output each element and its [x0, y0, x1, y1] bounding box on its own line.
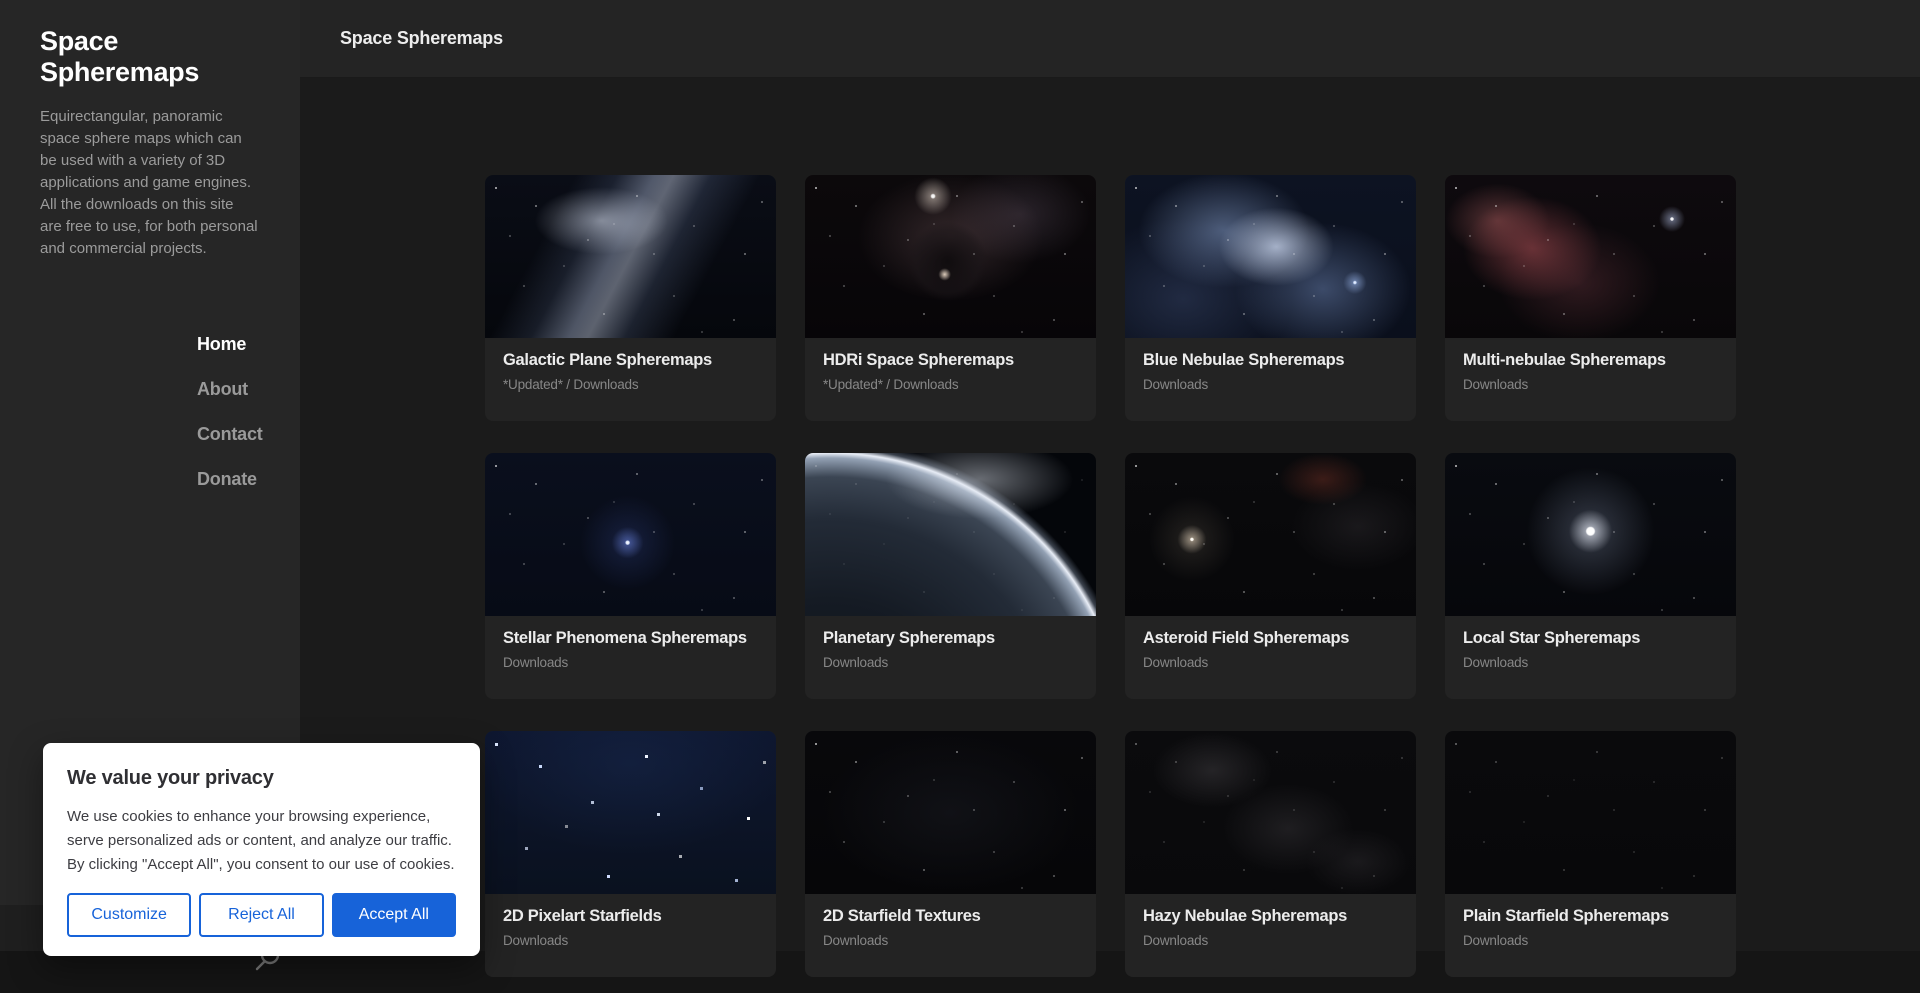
card-subtitle: Downloads: [1143, 933, 1208, 948]
card-subtitle: Downloads: [1143, 655, 1208, 670]
card-subtitle: *Updated* / Downloads: [503, 377, 639, 392]
starfield-decoration: [1445, 175, 1736, 338]
main-content: Galactic Plane Spheremaps *Updated* / Do…: [300, 78, 1920, 993]
card-subtitle: Downloads: [1143, 377, 1208, 392]
card-title: Galactic Plane Spheremaps: [503, 351, 712, 369]
cookie-dialog: We value your privacy We use cookies to …: [43, 743, 480, 956]
starfield-decoration: [1125, 731, 1416, 894]
card-starfield-textures[interactable]: 2D Starfield Textures Downloads: [805, 731, 1096, 977]
accept-all-button[interactable]: Accept All: [331, 893, 456, 937]
card-blue-nebulae[interactable]: Blue Nebulae Spheremaps Downloads: [1125, 175, 1416, 421]
card-pixelart-starfields[interactable]: 2D Pixelart Starfields Downloads: [485, 731, 776, 977]
card-title: Hazy Nebulae Spheremaps: [1143, 907, 1348, 925]
card-thumbnail: [805, 731, 1096, 894]
card-planetary[interactable]: Planetary Spheremaps Downloads: [805, 453, 1096, 699]
card-subtitle: Downloads: [1463, 933, 1528, 948]
card-subtitle: Downloads: [823, 655, 888, 670]
card-title: Multi-nebulae Spheremaps: [1463, 351, 1666, 369]
sidebar-item-donate[interactable]: Donate: [197, 457, 260, 502]
card-body: Planetary Spheremaps Downloads: [805, 616, 1096, 670]
topbar: Space Spheremaps: [300, 0, 1920, 78]
card-body: Plain Starfield Spheremaps Downloads: [1445, 894, 1736, 948]
card-local-star[interactable]: Local Star Spheremaps Downloads: [1445, 453, 1736, 699]
card-thumbnail: [1445, 453, 1736, 616]
card-thumbnail: [1125, 453, 1416, 616]
card-hazy-nebulae[interactable]: Hazy Nebulae Spheremaps Downloads: [1125, 731, 1416, 977]
starfield-decoration: [485, 731, 776, 894]
card-title: Asteroid Field Spheremaps: [1143, 629, 1350, 647]
card-body: HDRi Space Spheremaps *Updated* / Downlo…: [805, 338, 1096, 392]
card-title: Local Star Spheremaps: [1463, 629, 1641, 647]
starfield-decoration: [1125, 453, 1416, 616]
card-multi-nebulae[interactable]: Multi-nebulae Spheremaps Downloads: [1445, 175, 1736, 421]
starfield-decoration: [805, 731, 1096, 894]
starfield-decoration: [485, 453, 776, 616]
card-thumbnail: [805, 453, 1096, 616]
card-stellar-phenomena[interactable]: Stellar Phenomena Spheremaps Downloads: [485, 453, 776, 699]
card-grid: Galactic Plane Spheremaps *Updated* / Do…: [485, 175, 1736, 977]
sidebar-item-contact[interactable]: Contact: [197, 412, 263, 457]
card-body: Stellar Phenomena Spheremaps Downloads: [485, 616, 776, 670]
starfield-decoration: [1445, 453, 1736, 616]
sidebar-nav: Home About Contact Donate: [40, 322, 263, 502]
sidebar-item-about[interactable]: About: [197, 367, 260, 412]
starfield-decoration: [485, 175, 776, 338]
card-body: 2D Starfield Textures Downloads: [805, 894, 1096, 948]
card-body: Local Star Spheremaps Downloads: [1445, 616, 1736, 670]
card-title: 2D Pixelart Starfields: [503, 907, 662, 925]
card-body: Asteroid Field Spheremaps Downloads: [1125, 616, 1416, 670]
cookie-dialog-body: We use cookies to enhance your browsing …: [67, 808, 455, 873]
starfield-decoration: [1445, 731, 1736, 894]
card-title: 2D Starfield Textures: [823, 907, 981, 925]
card-galactic-plane[interactable]: Galactic Plane Spheremaps *Updated* / Do…: [485, 175, 776, 421]
customize-button[interactable]: Customize: [67, 893, 192, 937]
reject-all-button[interactable]: Reject All: [199, 893, 324, 937]
card-title: HDRi Space Spheremaps: [823, 351, 1014, 369]
card-subtitle: Downloads: [823, 933, 888, 948]
cookie-dialog-title: We value your privacy: [67, 767, 274, 789]
card-title: Stellar Phenomena Spheremaps: [503, 629, 747, 647]
card-thumbnail: [485, 175, 776, 338]
starfield-decoration: [1125, 175, 1416, 338]
card-subtitle: Downloads: [1463, 655, 1528, 670]
card-subtitle: Downloads: [1463, 377, 1528, 392]
card-subtitle: *Updated* / Downloads: [823, 377, 959, 392]
card-subtitle: Downloads: [503, 655, 568, 670]
card-thumbnail: [1445, 731, 1736, 894]
card-thumbnail: [485, 731, 776, 894]
starfield-decoration: [805, 453, 1096, 616]
card-thumbnail: [485, 453, 776, 616]
card-asteroid-field[interactable]: Asteroid Field Spheremaps Downloads: [1125, 453, 1416, 699]
card-body: Blue Nebulae Spheremaps Downloads: [1125, 338, 1416, 392]
card-plain-starfield[interactable]: Plain Starfield Spheremaps Downloads: [1445, 731, 1736, 977]
card-subtitle: Downloads: [503, 933, 568, 948]
card-title: Blue Nebulae Spheremaps: [1143, 351, 1345, 369]
card-thumbnail: [805, 175, 1096, 338]
card-body: Multi-nebulae Spheremaps Downloads: [1445, 338, 1736, 392]
card-hdri-space[interactable]: HDRi Space Spheremaps *Updated* / Downlo…: [805, 175, 1096, 421]
card-thumbnail: [1125, 731, 1416, 894]
card-thumbnail: [1445, 175, 1736, 338]
card-body: Hazy Nebulae Spheremaps Downloads: [1125, 894, 1416, 948]
site-tagline: Equirectangular, panoramic space sphere …: [40, 108, 258, 257]
card-thumbnail: [1125, 175, 1416, 338]
card-title: Planetary Spheremaps: [823, 629, 995, 647]
starfield-decoration: [805, 175, 1096, 338]
cookie-dialog-buttons: Customize Reject All Accept All: [67, 893, 456, 937]
site-title: Space Spheremaps: [40, 26, 200, 87]
sidebar-item-home[interactable]: Home: [197, 322, 260, 367]
topbar-title: Space Spheremaps: [340, 28, 503, 48]
card-body: Galactic Plane Spheremaps *Updated* / Do…: [485, 338, 776, 392]
card-body: 2D Pixelart Starfields Downloads: [485, 894, 776, 948]
card-title: Plain Starfield Spheremaps: [1463, 907, 1669, 925]
